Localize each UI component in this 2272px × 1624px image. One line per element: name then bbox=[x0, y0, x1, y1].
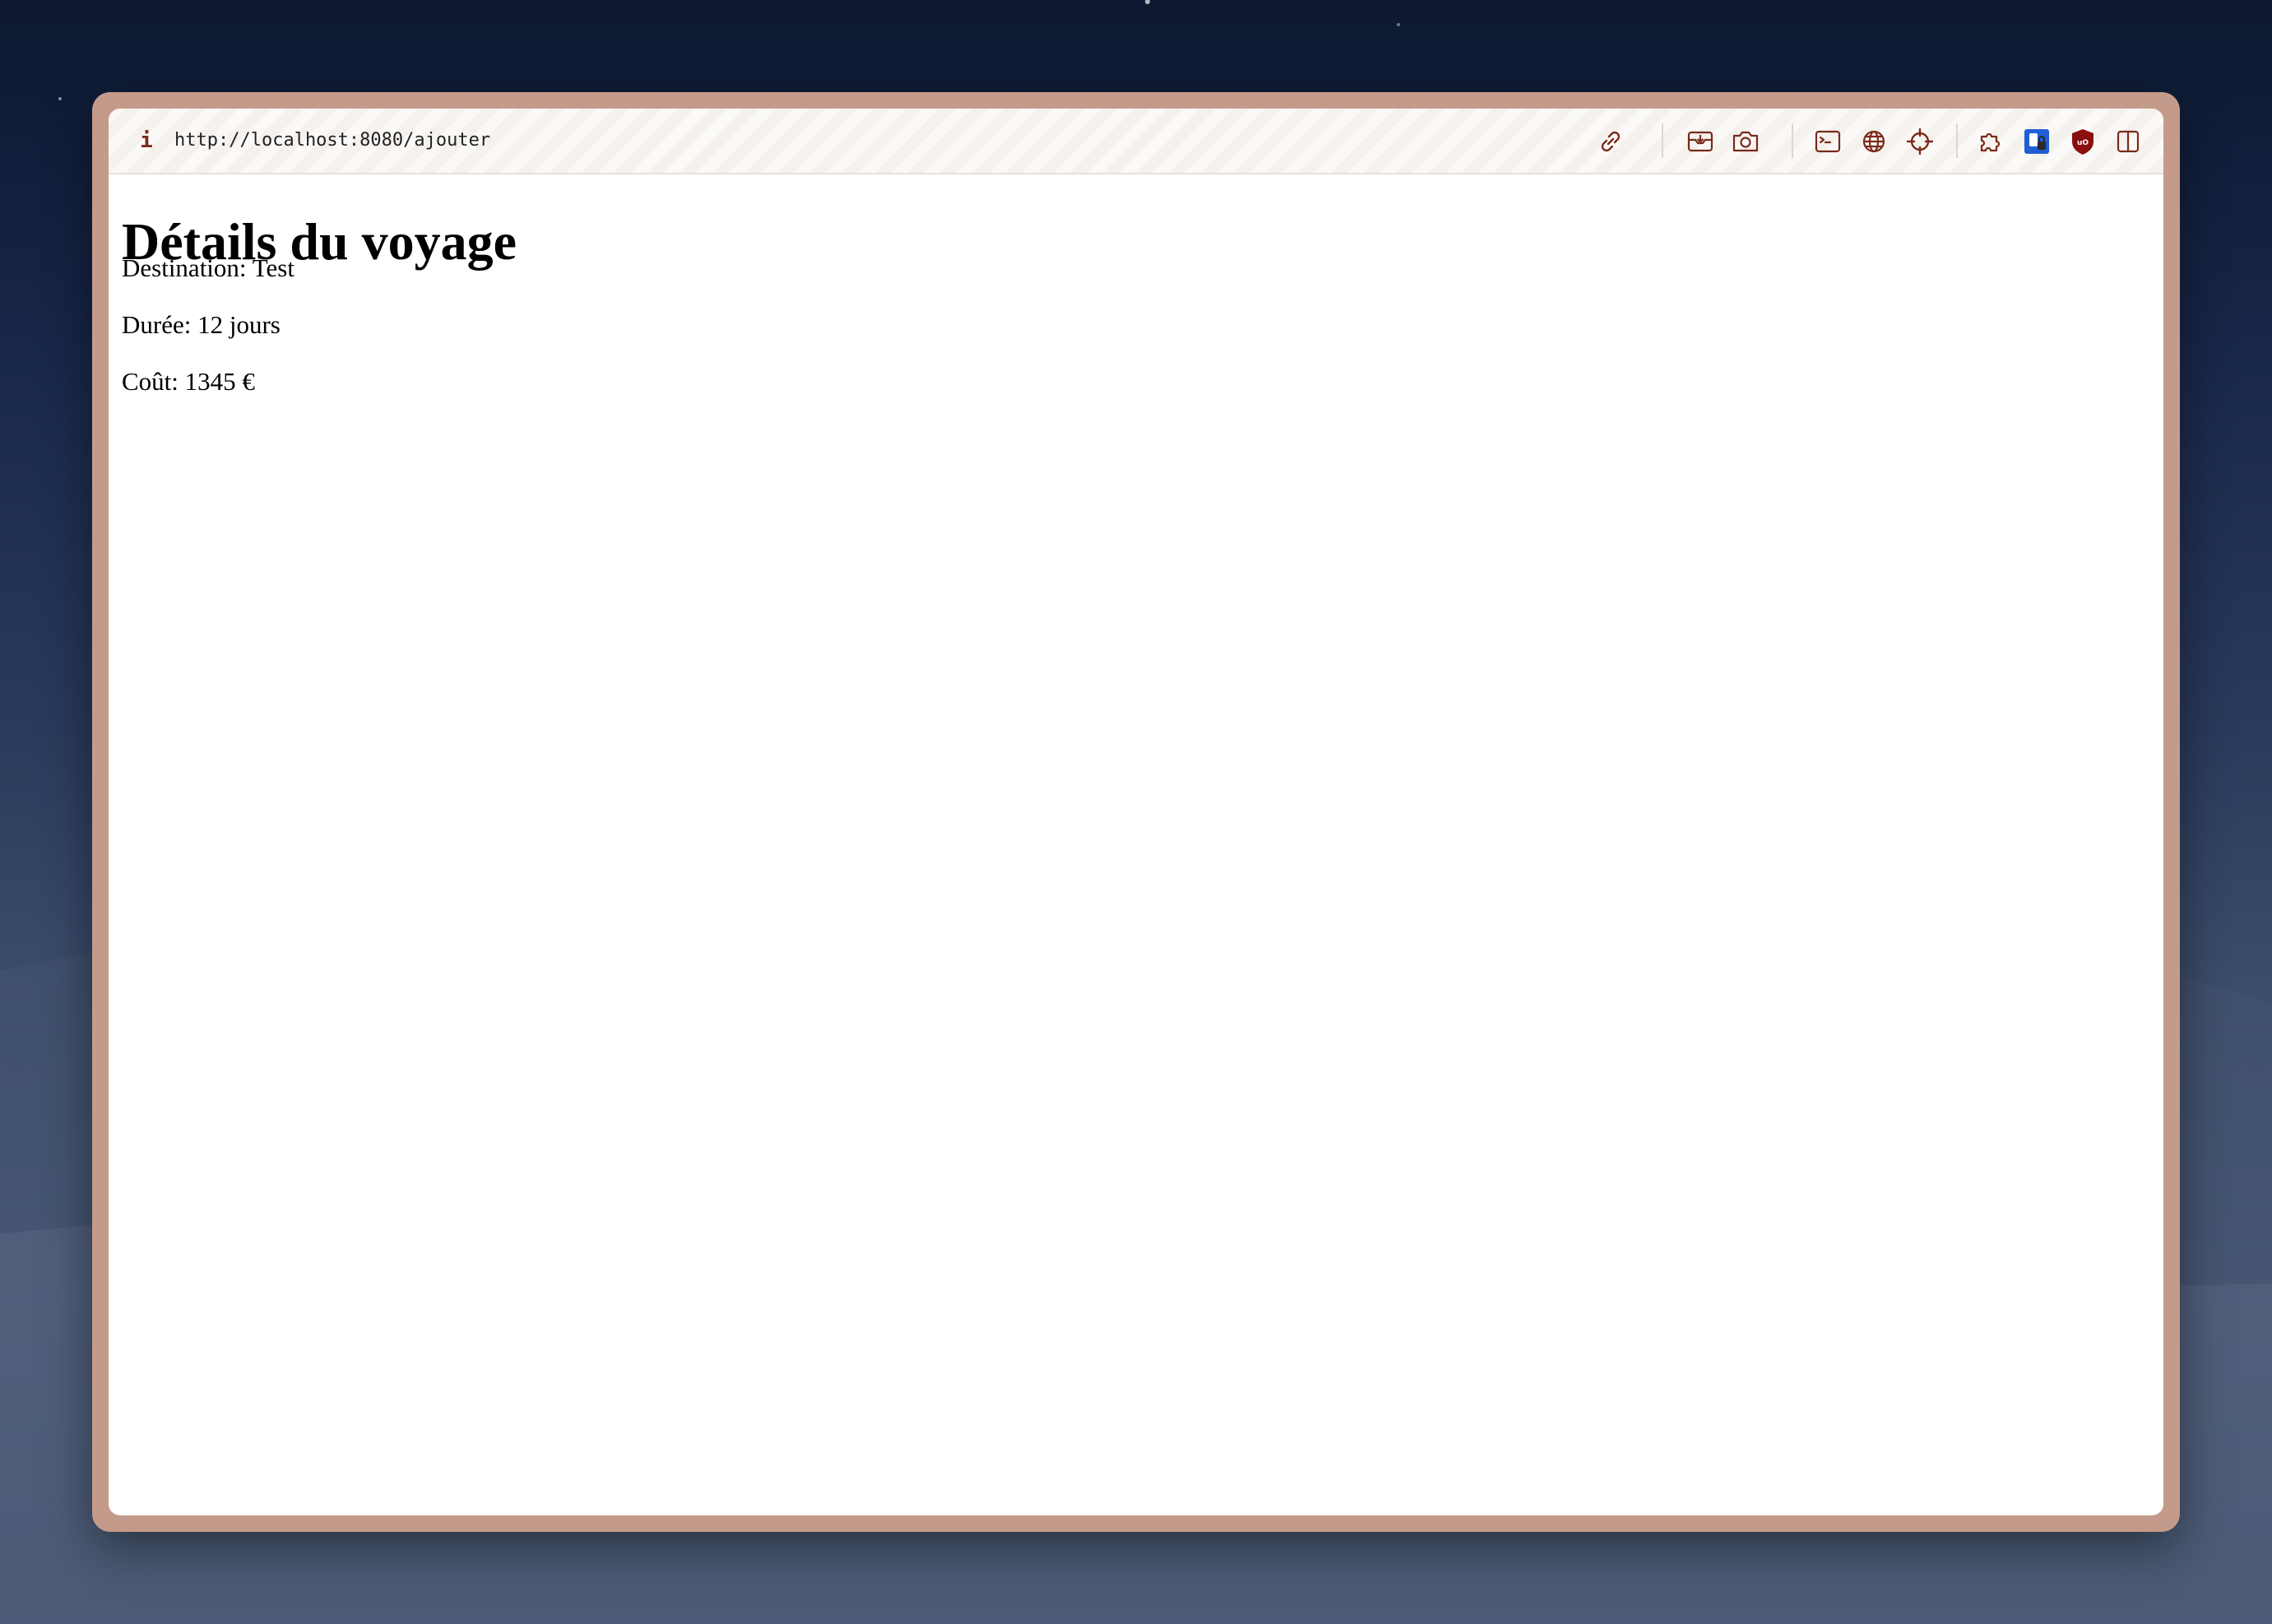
browser-toolbar: i http://localhost:8080/ajouter uO bbox=[109, 109, 2163, 174]
screenshot-camera-icon[interactable] bbox=[1731, 127, 1760, 156]
site-info-icon[interactable]: i bbox=[133, 125, 160, 156]
console-icon[interactable] bbox=[1813, 127, 1843, 156]
address-bar[interactable]: http://localhost:8080/ajouter bbox=[174, 125, 490, 156]
link-icon[interactable] bbox=[1596, 127, 1625, 156]
crosshair-icon[interactable] bbox=[1905, 127, 1935, 156]
browser-window: i http://localhost:8080/ajouter uO Détai… bbox=[109, 109, 2163, 1515]
toolbar-separator bbox=[1662, 123, 1663, 158]
save-page-icon[interactable] bbox=[1685, 127, 1715, 156]
password-manager-icon[interactable] bbox=[2022, 127, 2052, 156]
svg-text:uO: uO bbox=[2077, 139, 2089, 147]
cost-text: Coût: 1345 € bbox=[122, 367, 255, 396]
browser-window-frame: i http://localhost:8080/ajouter uO Détai… bbox=[92, 92, 2180, 1532]
duration-text: Durée: 12 jours bbox=[122, 310, 281, 339]
ublock-origin-icon[interactable]: uO bbox=[2068, 127, 2098, 156]
extensions-puzzle-icon[interactable] bbox=[1976, 127, 2005, 156]
toolbar-separator bbox=[1956, 123, 1958, 158]
globe-icon[interactable] bbox=[1859, 127, 1889, 156]
sidebar-toggle-icon[interactable] bbox=[2113, 127, 2143, 156]
destination-text: Destination: Test bbox=[122, 253, 294, 282]
toolbar-separator bbox=[1792, 123, 1793, 158]
